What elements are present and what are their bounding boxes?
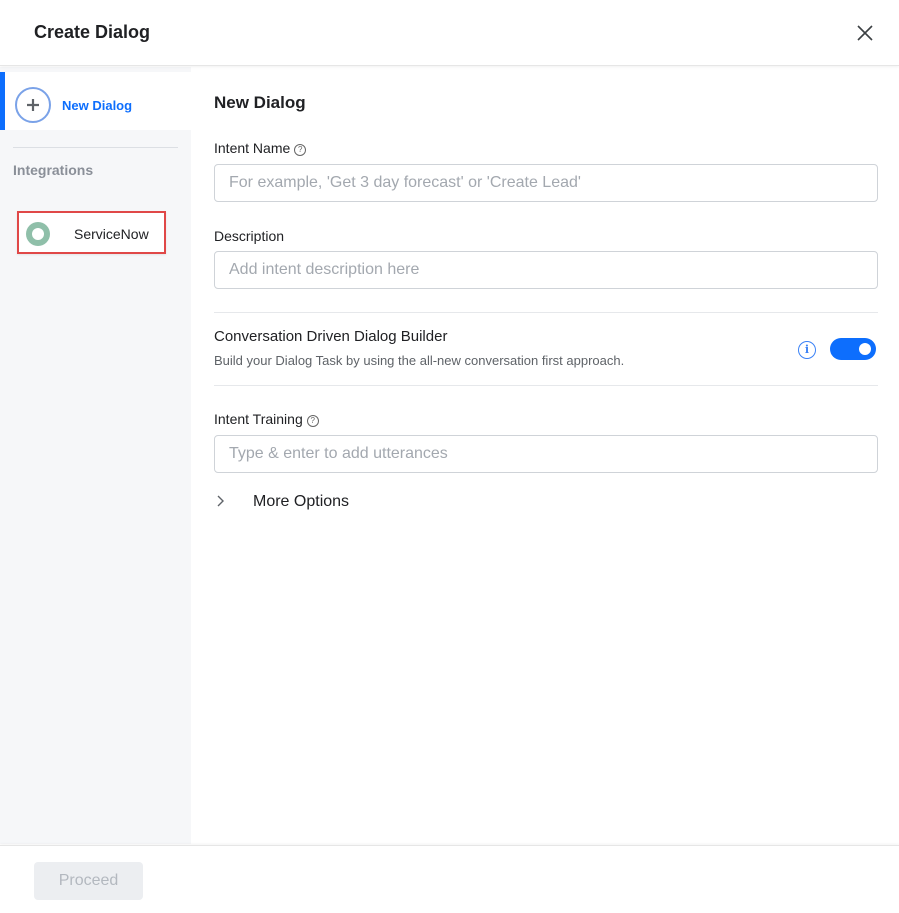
info-icon[interactable]: i — [798, 341, 816, 359]
dialog-title: Create Dialog — [34, 22, 151, 42]
description-input[interactable] — [214, 251, 878, 289]
dialog-footer: Proceed — [0, 845, 899, 913]
plus-circle-icon — [15, 87, 51, 123]
close-icon — [857, 25, 873, 41]
intent-name-input[interactable] — [214, 164, 878, 202]
sidebar: New Dialog Integrations ServiceNow — [0, 67, 191, 844]
sidebar-divider — [13, 147, 178, 148]
more-options-label: More Options — [253, 493, 350, 510]
intent-name-label: Intent Name? — [214, 140, 307, 156]
intent-training-label-text: Intent Training — [214, 411, 303, 427]
builder-toggle-title: Conversation Driven Dialog Builder — [214, 328, 448, 345]
servicenow-logo-icon — [26, 222, 50, 246]
builder-toggle-switch[interactable] — [830, 338, 876, 360]
help-icon[interactable]: ? — [294, 144, 307, 156]
chevron-right-icon — [217, 495, 224, 507]
sidebar-item-label: New Dialog — [62, 98, 133, 113]
integrations-section-title: Integrations — [13, 162, 94, 178]
main-panel: New Dialog Intent Name? Description Conv… — [191, 67, 899, 844]
utterances-input[interactable] — [214, 435, 878, 473]
integration-label: ServiceNow — [74, 226, 149, 242]
dialog-header: Create Dialog — [0, 0, 899, 66]
close-button[interactable] — [855, 23, 875, 43]
toggle-knob — [859, 343, 871, 355]
builder-toggle-description: Build your Dialog Task by using the all-… — [214, 353, 625, 368]
integration-servicenow[interactable]: ServiceNow — [17, 211, 166, 254]
proceed-button[interactable]: Proceed — [34, 862, 143, 900]
sidebar-item-new-dialog[interactable]: New Dialog — [0, 72, 191, 130]
divider — [214, 312, 878, 313]
intent-name-label-text: Intent Name — [214, 140, 291, 156]
active-indicator — [0, 72, 5, 130]
description-label: Description — [214, 228, 285, 244]
help-icon[interactable]: ? — [306, 415, 319, 427]
divider — [214, 385, 878, 386]
form-heading: New Dialog — [214, 93, 306, 112]
intent-training-label: Intent Training? — [214, 411, 319, 427]
